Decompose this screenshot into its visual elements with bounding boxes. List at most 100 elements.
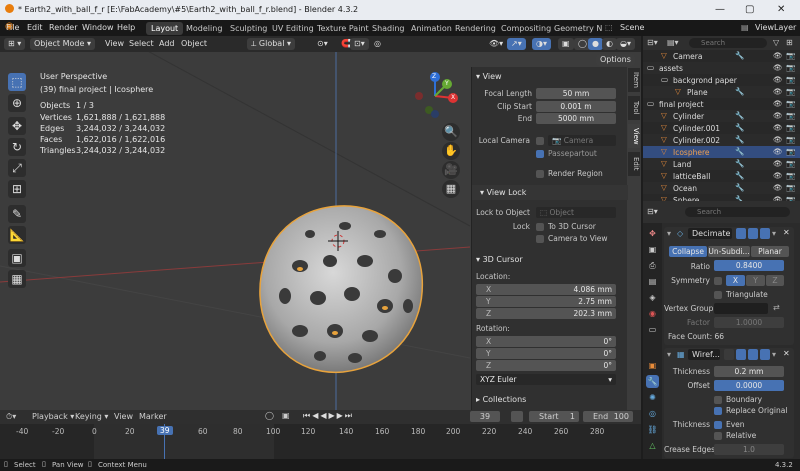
rotate-tool-icon[interactable]: ↻	[8, 138, 26, 156]
collection-tab-icon[interactable]: ▭	[646, 323, 659, 336]
filter-icon[interactable]: ▤▾	[667, 38, 679, 47]
menu-help[interactable]: Help	[117, 23, 135, 32]
even-checkbox[interactable]	[714, 421, 722, 429]
outliner-row[interactable]: ▽ Plane 🔧 👁 📷	[643, 86, 800, 98]
outliner-row[interactable]: ▽ Cylinder.001 🔧 👁 📷	[643, 122, 800, 134]
vertex-group-field[interactable]	[714, 303, 768, 314]
view-layer-tab-icon[interactable]: ▤	[646, 275, 659, 288]
shading-material-icon[interactable]: ◐	[602, 38, 617, 50]
visibility-eye-icon[interactable]: 👁	[773, 123, 783, 132]
select-box-icon[interactable]: ⬚	[8, 73, 26, 91]
axis-z-button[interactable]: Z	[766, 275, 784, 286]
outliner-row[interactable]: ▽ Icosphere 🔧 👁 📷	[643, 146, 800, 158]
particles-tab-icon[interactable]: ✺	[646, 391, 659, 404]
mode-collapse-button[interactable]: Collapse	[669, 246, 707, 257]
offset-slider[interactable]: 0.0000	[714, 380, 784, 391]
menu-object[interactable]: Object	[177, 38, 211, 50]
visibility-eye-icon[interactable]: 👁	[773, 111, 783, 120]
visibility-eye-icon[interactable]: 👁	[773, 63, 783, 72]
measure-tool-icon[interactable]: 📐	[8, 226, 26, 244]
outliner-row[interactable]: ▽ Land 🔧 👁 📷	[643, 158, 800, 170]
modifier-icon[interactable]: 🔧	[735, 111, 744, 120]
axis-y-button[interactable]: Y	[746, 275, 765, 286]
world-tab-icon[interactable]: ◉	[646, 307, 659, 320]
relative-checkbox[interactable]	[714, 432, 722, 440]
tab-tool[interactable]: Tool	[628, 96, 640, 120]
keyframe-type-icon[interactable]: ▣	[282, 411, 290, 420]
visibility-eye-icon[interactable]: 👁	[773, 159, 783, 168]
visibility-eye-icon[interactable]: 👁	[773, 171, 783, 180]
outliner-row[interactable]: ▽ Ocean 🔧 👁 📷	[643, 182, 800, 194]
render-camera-icon[interactable]: 📷	[786, 183, 795, 192]
render-camera-icon[interactable]: 📷	[786, 159, 795, 168]
tab-layout[interactable]: Layout	[146, 22, 184, 35]
funnel-icon[interactable]: ▽	[773, 38, 779, 47]
menu-view[interactable]: View	[101, 38, 128, 50]
render-camera-icon[interactable]: 📷	[786, 75, 795, 84]
cursor-rot-z[interactable]: Z 0°	[476, 360, 616, 371]
cursor-loc-x[interactable]: X 4.086 mm	[476, 284, 616, 295]
outliner-row[interactable]: ▭ final project 👁 📷	[643, 98, 800, 110]
viewport-toggle-icon[interactable]	[748, 228, 758, 239]
render-camera-icon[interactable]: 📷	[786, 99, 795, 108]
clock-icon[interactable]: ⏱▾	[6, 412, 16, 422]
properties-search-input[interactable]: Search	[685, 207, 790, 217]
tab-geometry-nodes[interactable]: Geometry N	[549, 22, 607, 35]
orientation-selector[interactable]: ⟂ Global ▾	[247, 38, 295, 50]
axis-x-button[interactable]: X	[726, 275, 745, 286]
factor-field[interactable]: 1.0000	[714, 317, 784, 328]
modifier-icon[interactable]: 🔧	[735, 159, 744, 168]
modifier-icon[interactable]: 🔧	[735, 51, 744, 60]
move-tool-icon[interactable]: ✥	[8, 117, 26, 135]
preview-range-icon[interactable]	[511, 411, 523, 422]
editor-type-icon[interactable]: ⊞ ▾	[4, 38, 26, 50]
render-toggle-icon[interactable]	[760, 349, 770, 360]
tab-view[interactable]: View	[628, 124, 640, 148]
modifier-tab-icon[interactable]: 🔧	[646, 375, 659, 388]
render-camera-icon[interactable]: 📷	[786, 51, 795, 60]
outliner-search-input[interactable]: Search	[689, 38, 767, 48]
scene-tab-icon[interactable]: ◈	[646, 291, 659, 304]
to-3d-cursor-checkbox[interactable]	[536, 223, 544, 231]
dropdown-icon[interactable]: ▾	[772, 350, 776, 359]
cursor-loc-y[interactable]: Y 2.75 mm	[476, 296, 616, 307]
editmode-toggle-icon[interactable]	[736, 349, 746, 360]
invert-icon[interactable]: ⇄	[773, 303, 780, 312]
tab-edit[interactable]: Edit	[628, 152, 640, 176]
clip-start-field[interactable]: 0.001 m	[536, 101, 616, 112]
symmetry-checkbox[interactable]	[714, 277, 722, 285]
modifier-name-field[interactable]: Decimate	[688, 228, 732, 239]
local-camera-checkbox[interactable]	[536, 137, 544, 145]
onCage-toggle-icon[interactable]	[724, 349, 734, 360]
collections-header[interactable]: ▸ Collections	[476, 395, 526, 404]
mode-selector[interactable]: Object Mode ▾	[30, 38, 95, 50]
xray-icon[interactable]: ▣	[558, 38, 574, 50]
render-camera-icon[interactable]: 📷	[786, 147, 795, 156]
outliner-row[interactable]: ▭ assets 👁 📷	[643, 62, 800, 74]
modifier-icon[interactable]: 🔧	[735, 147, 744, 156]
gizmo-toggle-icon[interactable]: ↗▾	[507, 38, 526, 50]
auto-key-icon[interactable]: ◯	[265, 411, 274, 420]
snap-target-icon[interactable]: ⊡▾	[350, 38, 369, 50]
tab-sculpting[interactable]: Sculpting	[225, 22, 272, 35]
visibility-eye-icon[interactable]: 👁	[773, 75, 783, 84]
annotate-tool-icon[interactable]: ✎	[8, 205, 26, 223]
tab-compositing[interactable]: Compositing	[496, 22, 556, 35]
shading-rendered-icon[interactable]: ◒▾	[616, 38, 635, 50]
keying-menu[interactable]: Keying ▾	[75, 412, 108, 421]
boundary-checkbox[interactable]	[714, 396, 722, 404]
remove-modifier-icon[interactable]: ✕	[783, 228, 790, 237]
visibility-eye-icon[interactable]: 👁	[773, 99, 783, 108]
menu-add[interactable]: Add	[155, 38, 179, 50]
transform-tool-icon[interactable]: ⊞	[8, 180, 26, 198]
output-tab-icon[interactable]: ⎙	[646, 259, 659, 272]
thickness-field[interactable]: 0.2 mm	[714, 366, 784, 377]
visibility-eye-icon[interactable]: 👁	[773, 87, 783, 96]
mode-planar-button[interactable]: Planar	[751, 246, 789, 257]
dropdown-icon[interactable]: ▾	[772, 229, 776, 238]
tab-item[interactable]: Item	[628, 68, 640, 92]
render-camera-icon[interactable]: 📷	[786, 63, 795, 72]
scene-name[interactable]: Scene	[620, 23, 644, 32]
render-region-checkbox[interactable]	[536, 170, 544, 178]
render-camera-icon[interactable]: 📷	[786, 135, 795, 144]
